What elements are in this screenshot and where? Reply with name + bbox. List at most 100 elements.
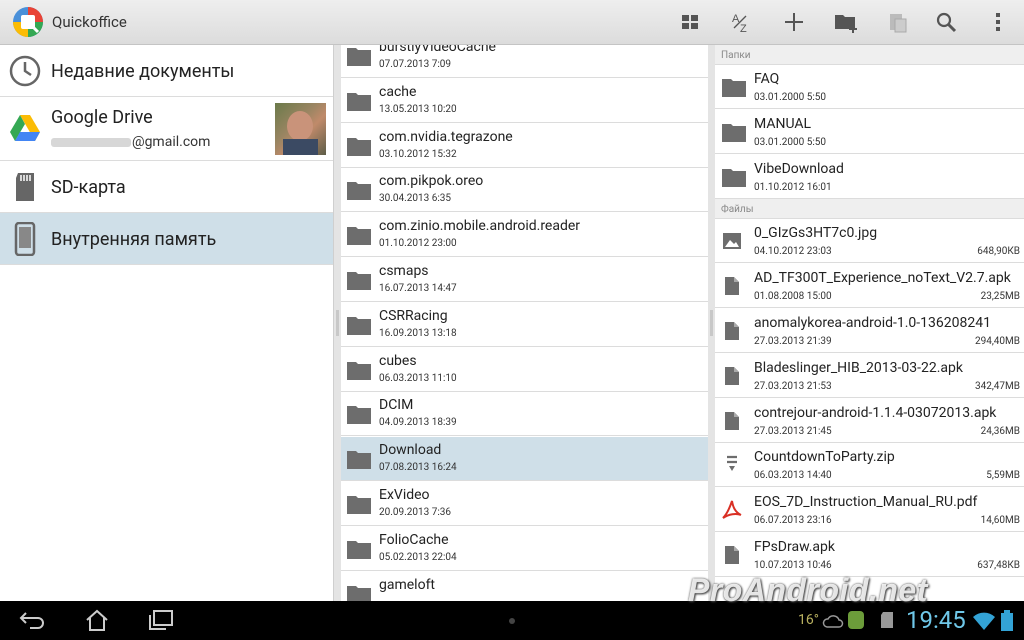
clock-icon <box>8 54 42 88</box>
status-clock[interactable]: 19:45 <box>906 606 966 634</box>
folder-row[interactable]: cubes 06.03.2013 11:10 <box>341 348 708 392</box>
back-icon[interactable] <box>17 607 47 633</box>
file-icon <box>721 544 743 570</box>
folder-name: Download <box>379 442 442 459</box>
weather-temperature: 16° <box>798 612 819 628</box>
sort-az-icon[interactable]: AZ <box>728 8 756 36</box>
search-icon[interactable] <box>932 8 960 36</box>
svg-text:Z: Z <box>740 23 747 34</box>
folder-icon <box>346 269 372 295</box>
folder-row[interactable]: com.zinio.mobile.android.reader 01.10.201… <box>341 213 708 258</box>
folder-row[interactable]: burstlyVideoCache 07.07.2013 7:09 <box>341 45 708 78</box>
file-name: CountdownToParty.zip <box>754 449 895 466</box>
avatar[interactable] <box>275 103 326 155</box>
plus-icon[interactable] <box>780 8 808 36</box>
file-row[interactable]: contrejour-android-1.1.4-03072013.apk 27.… <box>715 399 1024 443</box>
folder-row[interactable]: Download 07.08.2013 16:24 <box>341 437 708 482</box>
file-row[interactable]: FPsDraw.apk 10.07.2013 10:46 637,48КВ <box>715 533 1024 577</box>
subfolder-date: 03.01.2000 5:50 <box>754 136 826 148</box>
pane-divider-right[interactable] <box>708 45 715 601</box>
nav-item-internal-memory[interactable]: Внутренняя память <box>0 213 333 265</box>
folder-row[interactable]: csmaps 16.07.2013 14:47 <box>341 258 708 302</box>
file-name: 0_GIzGs3HT7c0.jpg <box>754 225 878 242</box>
new-folder-icon[interactable] <box>832 8 860 36</box>
subfolder-name: MANUAL <box>754 115 812 132</box>
nav-item-sd-card[interactable]: SD-карта <box>0 161 333 213</box>
folder-name: com.pikpok.oreo <box>379 173 484 190</box>
subfolder-date: 01.10.2012 16:01 <box>754 181 832 193</box>
file-date: 27.03.2013 21:53 <box>754 380 832 392</box>
file-date: 06.03.2013 14:40 <box>754 470 832 482</box>
section-header-folders: Папки <box>715 45 1024 65</box>
folder-name: cubes <box>379 352 417 369</box>
file-icon <box>721 275 743 301</box>
storage-nav-pane: Недавние документы Google Drive @gmail.c… <box>0 45 334 601</box>
file-name: AD_TF300T_Experience_noText_V2.7.apk <box>754 270 1011 287</box>
app-notification-icon <box>848 611 864 629</box>
folder-date: 13.05.2013 10:20 <box>379 103 457 115</box>
folder-date: 05.02.2013 22:04 <box>379 551 457 563</box>
nav-item-recent[interactable]: Недавние документы <box>0 45 333 97</box>
nav-item-google-drive[interactable]: Google Drive @gmail.com <box>0 97 333 161</box>
file-row[interactable]: EOS_7D_Instruction_Manual_RU.pdf 06.07.20… <box>715 488 1024 533</box>
file-row[interactable]: 0_GIzGs3HT7c0.jpg 04.10.2012 23:03 648,90К… <box>715 219 1024 264</box>
folder-name: DCIM <box>379 397 414 414</box>
folder-date: 07.08.2013 16:24 <box>379 462 457 474</box>
file-name: EOS_7D_Instruction_Manual_RU.pdf <box>754 494 978 511</box>
recent-apps-icon[interactable] <box>146 607 176 633</box>
avatar-face <box>287 111 313 141</box>
folder-name: cache <box>379 83 417 100</box>
folder-row[interactable]: CSRRacing 16.09.2013 13:18 <box>341 303 708 347</box>
folder-icon <box>346 90 372 116</box>
pane-divider-left[interactable] <box>334 45 341 601</box>
home-icon[interactable] <box>82 607 112 633</box>
folder-row[interactable]: cache 13.05.2013 10:20 <box>341 79 708 123</box>
subfolder-row[interactable]: VibeDownload 01.10.2012 16:01 <box>715 155 1024 199</box>
subfolder-name: VibeDownload <box>754 160 844 177</box>
folder-date: 16.09.2013 13:18 <box>379 327 457 339</box>
sd-notification-icon <box>880 611 894 633</box>
folder-name: ExVideo <box>379 487 430 503</box>
file-name: contrejour-android-1.1.4-03072013.apk <box>754 404 997 421</box>
blurred-email-redaction <box>51 137 131 147</box>
file-row[interactable]: AD_TF300T_Experience_noText_V2.7.apk 01.0… <box>715 264 1024 309</box>
folder-icon <box>346 314 372 340</box>
file-date: 01.08.2008 15:00 <box>754 291 832 303</box>
avatar-shirt <box>283 139 318 155</box>
subfolder-row[interactable]: FAQ 03.01.2000 5:50 <box>715 65 1024 109</box>
folder-date: 03.10.2012 15:32 <box>379 148 457 160</box>
folder-row[interactable]: com.nvidia.tegrazone 03.10.2012 15:32 <box>341 124 708 168</box>
file-icon <box>721 320 743 346</box>
folder-name: FolioCache <box>379 531 449 548</box>
folder-row[interactable]: FolioCache 05.02.2013 22:04 <box>341 527 708 571</box>
folder-row[interactable]: DCIM 04.09.2013 18:39 <box>341 392 708 437</box>
subfolder-row[interactable]: MANUAL 03.01.2000 5:50 <box>715 110 1024 154</box>
menu-dot-icon[interactable] <box>509 618 515 624</box>
quickoffice-logo-icon[interactable] <box>12 6 44 38</box>
folder-row[interactable]: ExVideo 20.09.2013 7:36 <box>341 482 708 526</box>
divider-grip[interactable] <box>710 310 713 336</box>
grid-view-icon[interactable] <box>676 8 704 36</box>
wifi-icon <box>972 611 996 635</box>
file-icon <box>721 410 743 436</box>
folder-icon <box>346 493 372 519</box>
file-name: Bladeslinger_HIB_2013-03-22.apk <box>754 359 963 376</box>
divider-grip[interactable] <box>336 310 339 336</box>
folder-icon <box>721 76 747 102</box>
paste-icon[interactable] <box>884 8 912 36</box>
folder-date: 04.09.2013 18:39 <box>379 417 457 429</box>
cloud-icon <box>822 613 844 633</box>
overflow-menu-icon[interactable] <box>984 8 1012 36</box>
nav-label-sd-card: SD-карта <box>51 177 126 198</box>
folder-row[interactable]: com.pikpok.oreo 30.04.2013 6:35 <box>341 168 708 213</box>
google-drive-icon <box>8 111 42 145</box>
file-row[interactable]: anomalykorea-android-1.0-136208241 27.03.… <box>715 309 1024 353</box>
nav-label-google-drive: Google Drive <box>51 107 153 128</box>
file-row[interactable]: Bladeslinger_HIB_2013-03-22.apk 27.03.201… <box>715 354 1024 398</box>
folder-icon <box>346 359 372 385</box>
file-row[interactable]: CountdownToParty.zip 06.03.2013 14:40 5,59… <box>715 443 1024 488</box>
file-date: 27.03.2013 21:45 <box>754 425 832 437</box>
folder-row[interactable]: gameloft <box>341 572 708 601</box>
folder-icon <box>346 538 372 564</box>
folder-icon <box>346 179 372 205</box>
